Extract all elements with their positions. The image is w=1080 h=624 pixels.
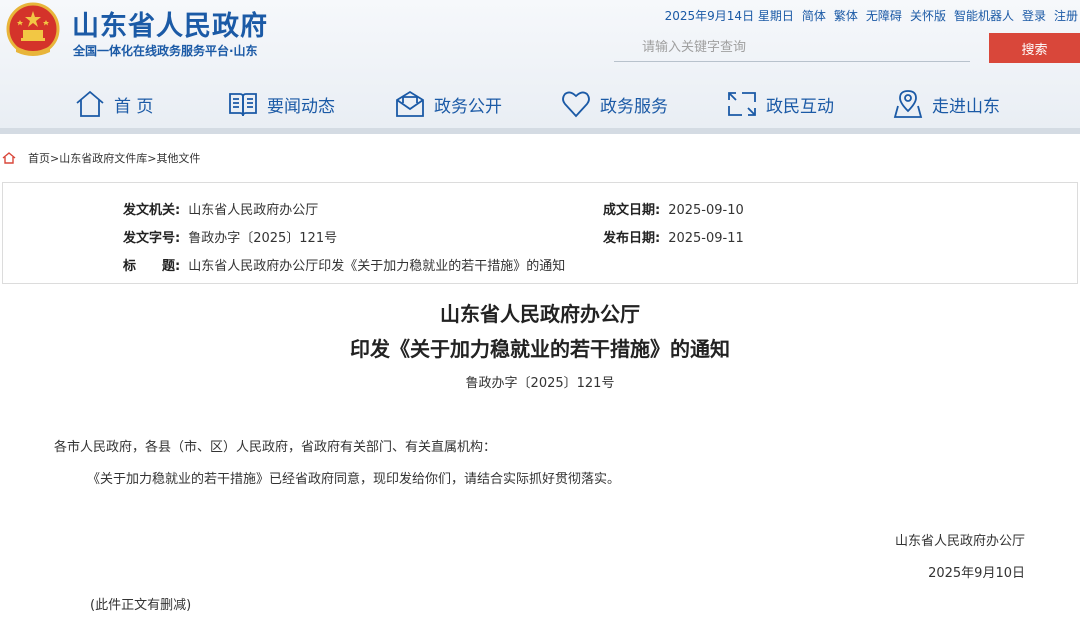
breadcrumb-separator: > xyxy=(147,151,157,165)
top-utility-bar: 2025年9月14日 星期日 简体 繁体 无障碍 关怀版 智能机器人 登录 注册 xyxy=(665,7,1078,24)
publish-date-label: 发布日期: xyxy=(603,231,661,246)
publish-date-value: 2025-09-11 xyxy=(668,231,744,246)
nav-item-about-shandong[interactable]: 走进山东 xyxy=(892,82,1000,126)
simplified-chinese-link[interactable]: 简体 xyxy=(802,7,826,24)
article-signature: 山东省人民政府办公厅 xyxy=(894,534,1025,549)
nav-item-news[interactable]: 要闻动态 xyxy=(227,82,335,126)
nav-item-gov-open[interactable]: 政务公开 xyxy=(394,82,502,126)
accessibility-link[interactable]: 无障碍 xyxy=(866,7,902,24)
nav-item-label: 政务公开 xyxy=(434,96,502,117)
doc-number-value: 鲁政办字〔2025〕121号 xyxy=(188,231,338,246)
issuer-row: 发文机关: 山东省人民政府办公厅 xyxy=(123,199,318,218)
breadcrumb-other-files[interactable]: 其他文件 xyxy=(156,150,200,166)
title-label: 标 题: xyxy=(123,259,181,274)
article-note: (此件正文有删减) xyxy=(90,598,192,613)
login-link[interactable]: 登录 xyxy=(1022,7,1046,24)
article-doc-number: 鲁政办字〔2025〕121号 xyxy=(465,376,615,391)
breadcrumb: 首页 > 山东省政府文件库 > 其他文件 xyxy=(2,150,200,166)
article-salutation: 各市人民政府，各县（市、区）人民政府，省政府有关部门、有关直属机构： xyxy=(54,440,497,455)
site-header: 山东省人民政府 全国一体化在线政务服务平台·山东 2025年9月14日 星期日 … xyxy=(0,0,1080,128)
issuer-value: 山东省人民政府办公厅 xyxy=(188,203,319,218)
nav-item-label: 要闻动态 xyxy=(267,96,335,117)
title-value: 山东省人民政府办公厅印发《关于加力稳就业的若干措施》的通知 xyxy=(188,259,566,274)
nav-item-label: 政民互动 xyxy=(766,96,834,117)
interaction-icon xyxy=(728,92,756,116)
written-date-value: 2025-09-10 xyxy=(668,203,744,218)
nav-item-interaction[interactable]: 政民互动 xyxy=(726,82,834,126)
search-input[interactable] xyxy=(614,34,970,62)
nav-item-label: 政务服务 xyxy=(600,96,668,117)
main-navigation: 首 页 要闻动态 政务公开 政务服务 政民互动 走进山东 xyxy=(0,82,1080,126)
document-info-box: 发文机关: 山东省人民政府办公厅 发文字号: 鲁政办字〔2025〕121号 标 题:… xyxy=(2,182,1078,284)
current-date: 2025年9月14日 星期日 xyxy=(664,9,794,23)
search-button[interactable]: 搜索 xyxy=(989,33,1080,63)
register-link[interactable]: 注册 xyxy=(1054,7,1078,24)
header-divider xyxy=(0,128,1080,134)
issuer-label: 发文机关: xyxy=(123,203,181,218)
elderly-care-link[interactable]: 关怀版 xyxy=(910,7,946,24)
national-emblem-icon xyxy=(6,2,60,56)
publish-date-row: 发布日期: 2025-09-11 xyxy=(603,227,744,246)
doc-number-label: 发文字号: xyxy=(123,231,181,246)
article-date: 2025年9月10日 xyxy=(928,566,1025,581)
article-title-line-1: 山东省人民政府办公厅 xyxy=(440,302,640,326)
breadcrumb-file-library[interactable]: 山东省政府文件库 xyxy=(59,150,147,166)
doc-number-row: 发文字号: 鲁政办字〔2025〕121号 xyxy=(123,227,337,246)
nav-item-gov-service[interactable]: 政务服务 xyxy=(560,82,668,126)
nav-item-label: 走进山东 xyxy=(932,96,1000,117)
title-row: 标 题: 山东省人民政府办公厅印发《关于加力稳就业的若干措施》的通知 xyxy=(123,255,565,274)
written-date-label: 成文日期: xyxy=(603,203,661,218)
traditional-chinese-link[interactable]: 繁体 xyxy=(834,7,858,24)
site-subtitle: 全国一体化在线政务服务平台·山东 xyxy=(73,44,258,58)
heart-icon xyxy=(562,91,590,118)
envelope-icon xyxy=(396,90,424,117)
nav-item-label: 首 页 xyxy=(114,96,154,117)
article-body: 《关于加力稳就业的若干措施》已经省政府同意，现印发给你们，请结合实际抓好贯彻落实… xyxy=(87,472,621,487)
article-title-line-2: 印发《关于加力稳就业的若干措施》的通知 xyxy=(350,337,730,361)
site-title[interactable]: 山东省人民政府 xyxy=(72,4,268,43)
nav-item-home[interactable]: 首 页 xyxy=(74,82,153,126)
written-date-row: 成文日期: 2025-09-10 xyxy=(603,199,744,218)
smart-robot-link[interactable]: 智能机器人 xyxy=(954,7,1014,24)
book-icon xyxy=(229,93,257,117)
home-icon xyxy=(2,152,16,164)
breadcrumb-separator: > xyxy=(50,151,60,165)
map-pin-icon xyxy=(893,90,923,118)
home-icon xyxy=(76,90,104,117)
breadcrumb-home[interactable]: 首页 xyxy=(28,150,50,166)
